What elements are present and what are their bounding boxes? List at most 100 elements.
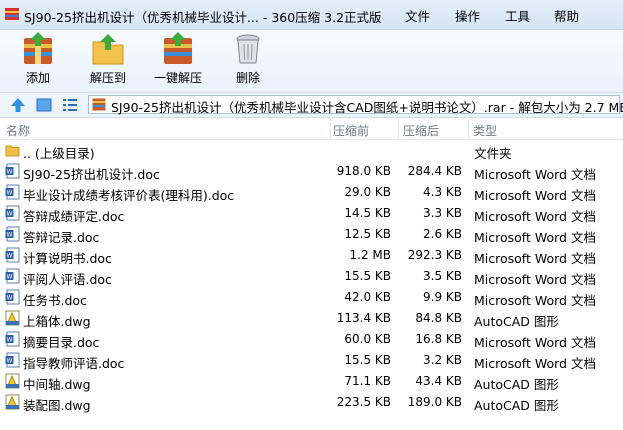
file-row[interactable]: .. (上级目录) 文件夹 xyxy=(0,140,623,161)
file-compressed-size: 84.8 KB xyxy=(415,311,462,325)
file-row[interactable]: W 毕业设计成绩考核评价表(理科用).doc 29.0 KB 4.3 KB Mi… xyxy=(0,182,623,203)
window-title: SJ90-25挤出机设计（优秀机械毕业设计... - 360压缩 3.2正式版 xyxy=(24,10,382,25)
autocad-drawing-icon xyxy=(5,310,20,326)
address-path: SJ90-25挤出机设计（优秀机械毕业设计含CAD图纸+说明书论文）.rar -… xyxy=(111,100,623,115)
file-type: Microsoft Word 文档 xyxy=(474,251,596,266)
archive-icon xyxy=(92,98,106,111)
file-compressed-size: 2.6 KB xyxy=(423,227,462,241)
file-row[interactable]: W 任务书.doc 42.0 KB 9.9 KB Microsoft Word … xyxy=(0,287,623,308)
column-header: 名称 压缩前 压缩后 类型 xyxy=(0,119,623,140)
column-name[interactable]: 名称 xyxy=(6,122,30,139)
svg-text:W: W xyxy=(7,211,13,218)
file-row[interactable]: 装配图.dwg 223.5 KB 189.0 KB AutoCAD 图形 xyxy=(0,392,623,413)
file-original-size: 918.0 KB xyxy=(336,164,391,178)
word-document-icon: W xyxy=(5,289,20,305)
file-row[interactable]: W 评阅人评语.doc 15.5 KB 3.5 KB Microsoft Wor… xyxy=(0,266,623,287)
column-compressed-size[interactable]: 压缩后 xyxy=(403,122,439,139)
list-view-icon[interactable] xyxy=(62,97,78,113)
file-name: 中间轴.dwg xyxy=(23,377,91,392)
large-icon-view-icon[interactable] xyxy=(36,97,52,113)
file-row[interactable]: W 指导教师评语.doc 15.5 KB 3.2 KB Microsoft Wo… xyxy=(0,350,623,371)
file-name: 评阅人评语.doc xyxy=(23,272,112,287)
word-document-icon: W xyxy=(5,184,20,200)
file-compressed-size: 3.2 KB xyxy=(423,353,462,367)
word-document-icon: W xyxy=(5,268,20,284)
file-type: AutoCAD 图形 xyxy=(474,377,559,392)
word-document-icon: W xyxy=(5,352,20,368)
file-original-size: 29.0 KB xyxy=(344,185,391,199)
file-name: 答辩记录.doc xyxy=(23,230,100,245)
word-document-icon: W xyxy=(5,247,20,263)
address-bar[interactable]: SJ90-25挤出机设计（优秀机械毕业设计含CAD图纸+说明书论文）.rar -… xyxy=(88,95,623,115)
menu-help[interactable]: 帮助 xyxy=(554,6,579,25)
file-row[interactable]: 中间轴.dwg 71.1 KB 43.4 KB AutoCAD 图形 xyxy=(0,371,623,392)
app-icon xyxy=(5,8,19,20)
file-row[interactable]: W 答辩记录.doc 12.5 KB 2.6 KB Microsoft Word… xyxy=(0,224,623,245)
column-divider xyxy=(398,119,399,139)
file-compressed-size: 3.3 KB xyxy=(423,206,462,220)
extract-folder-icon xyxy=(92,34,124,65)
file-original-size: 42.0 KB xyxy=(344,290,391,304)
column-divider xyxy=(330,119,331,139)
title-bar: SJ90-25挤出机设计（优秀机械毕业设计... - 360压缩 3.2正式版 … xyxy=(0,0,623,30)
file-name: 摘要目录.doc xyxy=(23,335,100,350)
file-compressed-size: 189.0 KB xyxy=(407,395,462,409)
file-type: Microsoft Word 文档 xyxy=(474,209,596,224)
trash-icon xyxy=(236,34,260,64)
column-original-size[interactable]: 压缩前 xyxy=(333,122,369,139)
word-document-icon: W xyxy=(5,331,20,347)
file-compressed-size: 16.8 KB xyxy=(415,332,462,346)
file-type: Microsoft Word 文档 xyxy=(474,230,596,245)
file-name: 毕业设计成绩考核评价表(理科用).doc xyxy=(23,188,235,203)
svg-text:W: W xyxy=(7,358,13,365)
one-click-extract-button[interactable]: 一键解压 xyxy=(148,32,208,90)
column-type[interactable]: 类型 xyxy=(473,122,497,139)
up-arrow-icon[interactable] xyxy=(10,97,26,113)
file-original-size: 15.5 KB xyxy=(344,269,391,283)
file-row[interactable]: W SJ90-25挤出机设计.doc 918.0 KB 284.4 KB Mic… xyxy=(0,161,623,182)
file-type: Microsoft Word 文档 xyxy=(474,335,596,350)
file-original-size: 60.0 KB xyxy=(344,332,391,346)
file-name: 计算说明书.doc xyxy=(23,251,112,266)
file-name: 指导教师评语.doc xyxy=(23,356,125,371)
add-button[interactable]: 添加 xyxy=(8,32,68,90)
file-type: AutoCAD 图形 xyxy=(474,314,559,329)
file-original-size: 1.2 MB xyxy=(349,248,391,262)
menu-file[interactable]: 文件 xyxy=(405,6,430,25)
svg-text:W: W xyxy=(7,169,13,176)
file-row[interactable]: W 答辩成绩评定.doc 14.5 KB 3.3 KB Microsoft Wo… xyxy=(0,203,623,224)
file-compressed-size: 9.9 KB xyxy=(423,290,462,304)
file-name: .. (上级目录) xyxy=(23,146,95,161)
one-click-extract-label: 一键解压 xyxy=(153,71,202,85)
file-row[interactable]: W 计算说明书.doc 1.2 MB 292.3 KB Microsoft Wo… xyxy=(0,245,623,266)
file-row[interactable]: 上箱体.dwg 113.4 KB 84.8 KB AutoCAD 图形 xyxy=(0,308,623,329)
file-original-size: 223.5 KB xyxy=(336,395,391,409)
file-original-size: 15.5 KB xyxy=(344,353,391,367)
svg-text:W: W xyxy=(7,253,13,260)
menu-operation[interactable]: 操作 xyxy=(455,6,480,25)
menu-tools[interactable]: 工具 xyxy=(505,6,530,25)
file-name: SJ90-25挤出机设计.doc xyxy=(23,167,160,182)
word-document-icon: W xyxy=(5,205,20,221)
file-name: 任务书.doc xyxy=(23,293,87,308)
word-document-icon: W xyxy=(5,226,20,242)
extract-to-button[interactable]: 解压到 xyxy=(78,32,138,90)
column-divider xyxy=(468,119,469,139)
address-row: SJ90-25挤出机设计（优秀机械毕业设计含CAD图纸+说明书论文）.rar -… xyxy=(0,92,623,118)
file-original-size: 14.5 KB xyxy=(344,206,391,220)
file-type: Microsoft Word 文档 xyxy=(474,356,596,371)
file-original-size: 71.1 KB xyxy=(344,374,391,388)
file-type: Microsoft Word 文档 xyxy=(474,272,596,287)
file-compressed-size: 43.4 KB xyxy=(415,374,462,388)
file-row[interactable]: W 摘要目录.doc 60.0 KB 16.8 KB Microsoft Wor… xyxy=(0,329,623,350)
delete-button[interactable]: 删除 xyxy=(218,32,278,90)
toolbar: 添加 解压到 一键解压 删除 xyxy=(0,30,623,92)
file-compressed-size: 4.3 KB xyxy=(423,185,462,199)
svg-text:W: W xyxy=(7,295,13,302)
file-type: Microsoft Word 文档 xyxy=(474,188,596,203)
file-type: Microsoft Word 文档 xyxy=(474,167,596,182)
word-document-icon: W xyxy=(5,163,20,179)
svg-text:W: W xyxy=(7,337,13,344)
file-compressed-size: 292.3 KB xyxy=(407,248,462,262)
file-type: Microsoft Word 文档 xyxy=(474,293,596,308)
